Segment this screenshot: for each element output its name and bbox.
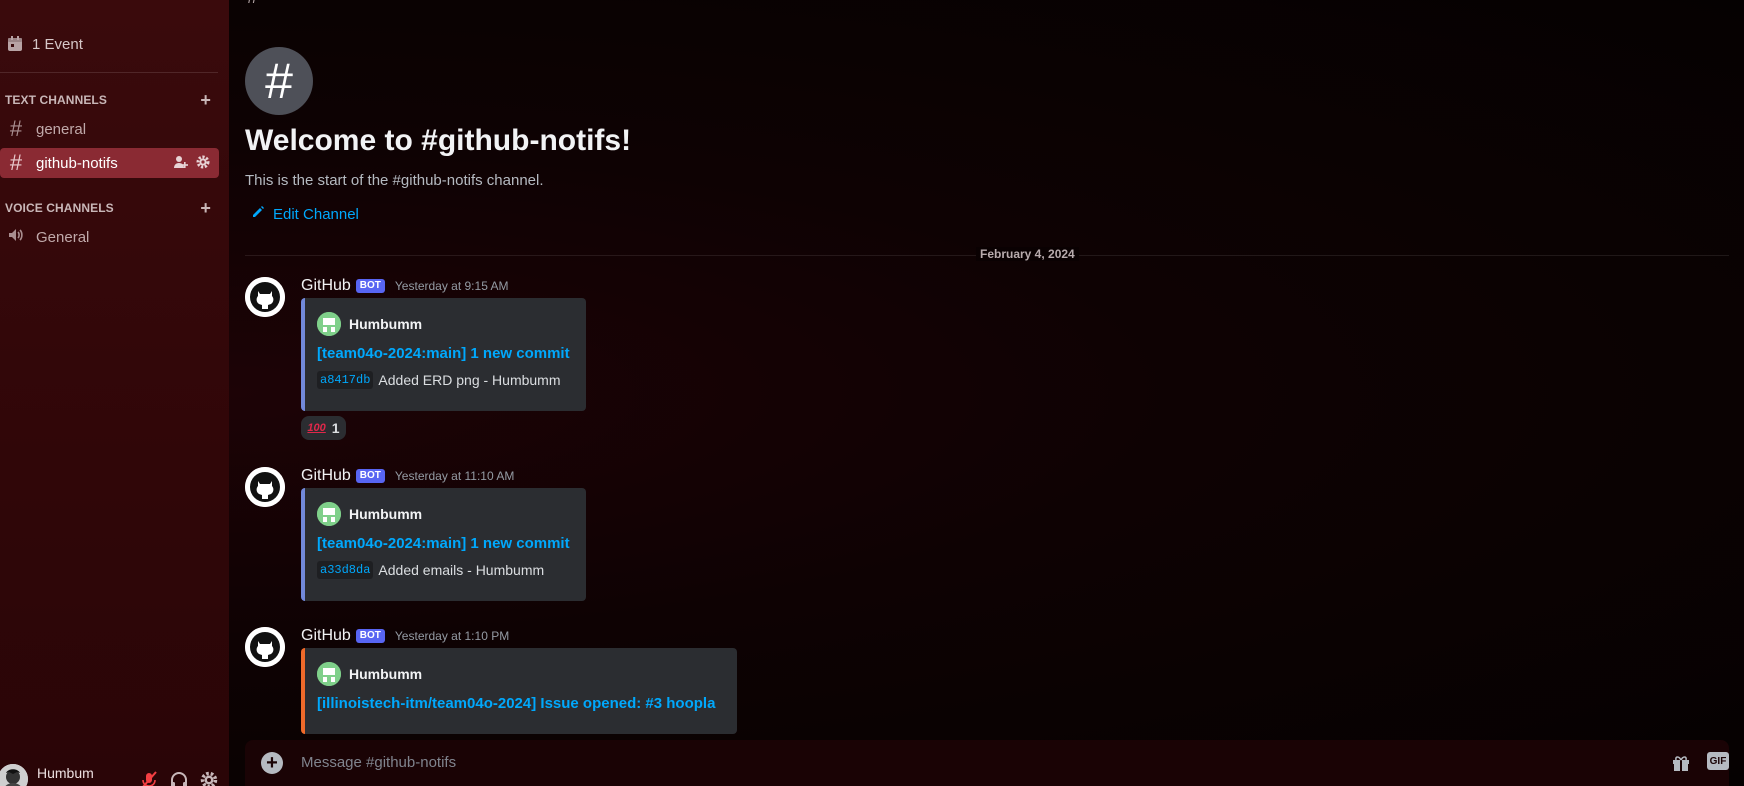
issue-embed: Humbumm [illinoistech-itm/team04o-2024] … (301, 648, 737, 734)
message-input[interactable]: Message #github-notifs (301, 754, 456, 771)
embed-author-avatar (317, 502, 341, 526)
embed-author: Humbumm (349, 666, 423, 682)
channel-start-text: This is the start of the #github-notifs … (245, 172, 544, 189)
embed-title-link[interactable]: [team04o-2024:main] 1 new commit (317, 535, 574, 552)
commit-embed: Humbumm [team04o-2024:main] 1 new commit… (301, 298, 586, 411)
message-timestamp: Yesterday at 1:10 PM (394, 629, 510, 643)
hash-icon: # (9, 150, 23, 175)
embed-author: Humbumm (349, 506, 423, 522)
bot-tag: BOT (355, 279, 385, 293)
reaction-count: 1 (331, 420, 340, 436)
chat-main: # # Welcome to #github-notifs! This is t… (229, 0, 1744, 786)
hundred-points-icon: 100 (307, 422, 326, 434)
bot-tag: BOT (355, 629, 385, 643)
events-button[interactable]: 1 Event (0, 30, 229, 58)
message-composer: + Message #github-notifs GIF (245, 740, 1729, 786)
channel-hash-icon: # (245, 47, 313, 115)
embed-author: Humbumm (349, 316, 423, 332)
commit-message: Added ERD png - Humbumm (378, 372, 561, 388)
calendar-icon (6, 35, 24, 53)
user-panel: Humbum (0, 760, 229, 786)
add-voice-channel-icon[interactable]: + (200, 198, 211, 219)
gift-icon[interactable] (1669, 752, 1693, 774)
mute-mic-icon[interactable] (139, 770, 159, 786)
add-attachment-icon[interactable]: + (261, 752, 283, 774)
user-settings-icon[interactable] (199, 770, 219, 786)
channel-item-github-notifs[interactable]: # github-notifs (0, 148, 219, 178)
date-divider: February 4, 2024 (976, 247, 1079, 261)
commit-embed: Humbumm [team04o-2024:main] 1 new commit… (301, 488, 586, 601)
text-channels-category[interactable]: TEXT CHANNELS + (5, 90, 215, 111)
reaction-button[interactable]: 100 1 (301, 416, 346, 440)
bot-tag: BOT (355, 469, 385, 483)
message-timestamp: Yesterday at 11:10 AM (394, 469, 515, 483)
commit-hash-link[interactable]: a33d8da (317, 561, 374, 579)
speaker-icon (6, 224, 26, 250)
message-author[interactable]: GitHub (301, 467, 351, 485)
embed-title-link[interactable]: [illinoistech-itm/team04o-2024] Issue op… (317, 695, 725, 712)
message-author[interactable]: GitHub (301, 627, 351, 645)
events-label: 1 Event (32, 35, 83, 53)
edit-channel-label: Edit Channel (273, 205, 359, 223)
channel-item-general[interactable]: # general (0, 114, 219, 144)
gif-icon[interactable]: GIF (1707, 752, 1729, 770)
edit-channel-button[interactable]: Edit Channel (251, 205, 359, 223)
voice-channels-category[interactable]: VOICE CHANNELS + (5, 198, 215, 219)
channel-sidebar: 1 Event TEXT CHANNELS + # general # gith… (0, 0, 229, 786)
commit-message: Added emails - Humbumm (378, 562, 545, 578)
message-author[interactable]: GitHub (301, 277, 351, 295)
github-avatar[interactable] (245, 277, 285, 317)
invite-icon[interactable] (173, 154, 189, 170)
channel-name: General (36, 228, 90, 246)
username: Humbum (37, 765, 94, 781)
sidebar-divider (0, 72, 218, 73)
commit-hash-link[interactable]: a8417db (317, 371, 374, 389)
channel-name: github-notifs (36, 154, 118, 172)
pencil-icon (251, 205, 265, 223)
channel-name: general (36, 120, 87, 138)
embed-author-avatar (317, 662, 341, 686)
embed-author-avatar (317, 312, 341, 336)
gear-icon[interactable] (195, 154, 211, 170)
embed-title-link[interactable]: [team04o-2024:main] 1 new commit (317, 345, 574, 362)
welcome-title: Welcome to #github-notifs! (245, 124, 632, 157)
voice-channels-label: VOICE CHANNELS (5, 201, 114, 215)
header-hash-icon: # (247, 0, 258, 9)
github-avatar[interactable] (245, 467, 285, 507)
add-text-channel-icon[interactable]: + (200, 90, 211, 111)
avatar[interactable] (0, 764, 28, 786)
hash-icon: # (9, 116, 23, 141)
headphones-icon[interactable] (169, 770, 189, 786)
message-timestamp: Yesterday at 9:15 AM (394, 279, 509, 293)
voice-channel-general[interactable]: General (0, 222, 219, 252)
github-avatar[interactable] (245, 627, 285, 667)
text-channels-label: TEXT CHANNELS (5, 93, 107, 107)
